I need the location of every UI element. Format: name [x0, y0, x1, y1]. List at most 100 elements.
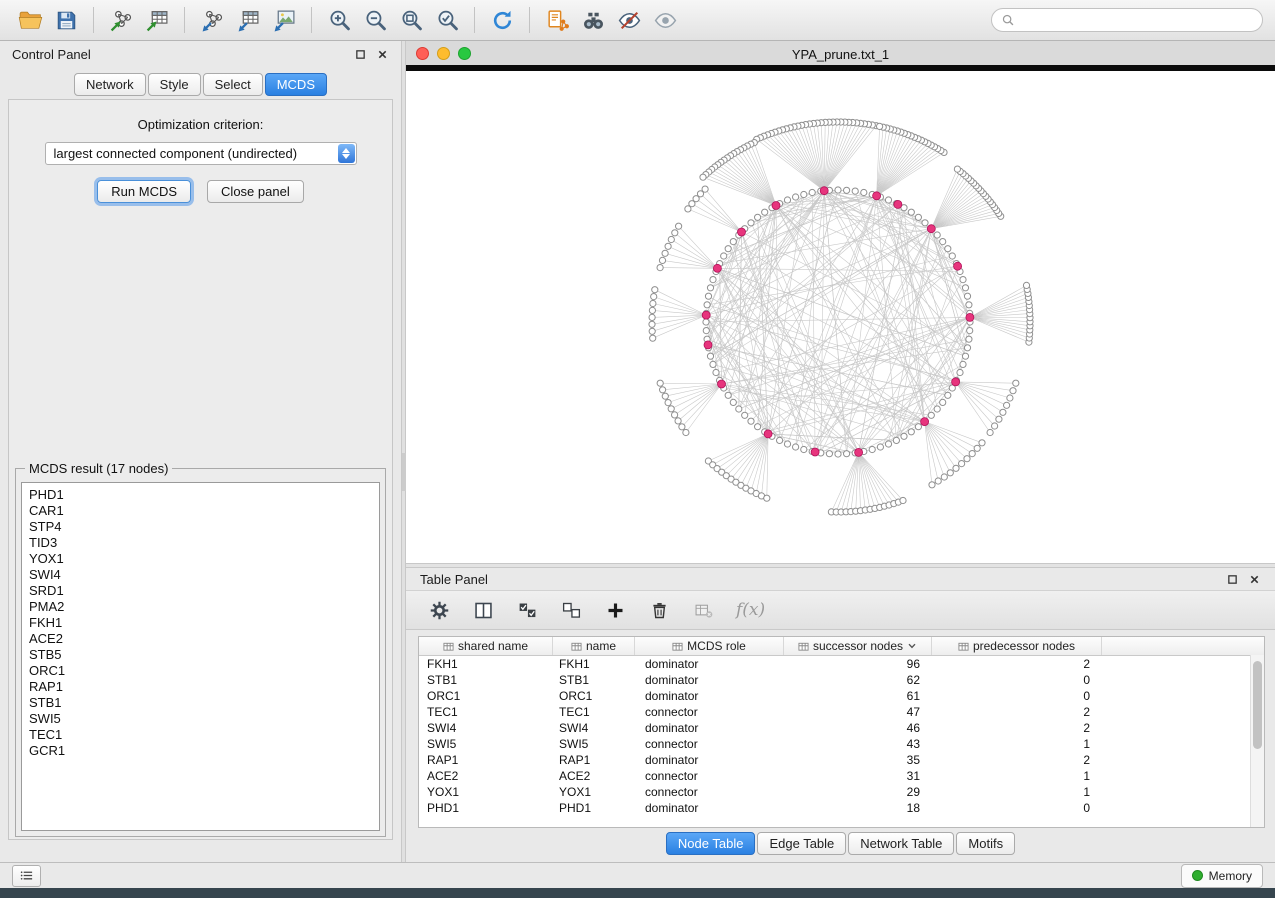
list-item[interactable]: RAP1	[29, 679, 379, 695]
zoom-selected-button[interactable]	[429, 5, 465, 35]
table-row[interactable]: STB1STB1dominator620	[419, 672, 1264, 688]
scrollbar-thumb[interactable]	[1253, 661, 1262, 749]
task-history-button[interactable]	[12, 865, 41, 887]
export-network-icon	[200, 8, 225, 33]
column-header-mcds-role[interactable]: MCDS role	[635, 637, 784, 655]
add-button[interactable]	[600, 596, 630, 624]
show-all-button[interactable]	[647, 5, 683, 35]
table-row[interactable]: FKH1FKH1dominator962	[419, 656, 1264, 672]
export-network-button[interactable]	[194, 5, 230, 35]
network-canvas[interactable]	[406, 71, 1275, 563]
select-all-button[interactable]	[512, 596, 542, 624]
settings-button[interactable]	[424, 596, 454, 624]
table-cell: 31	[784, 768, 932, 784]
deselect-all-button[interactable]	[556, 596, 586, 624]
tab-network[interactable]: Network	[74, 73, 146, 96]
list-item[interactable]: STP4	[29, 519, 379, 535]
import-network-button[interactable]	[103, 5, 139, 35]
list-item[interactable]: SWI4	[29, 567, 379, 583]
list-item[interactable]: STB1	[29, 695, 379, 711]
table-row[interactable]: SWI5SWI5connector431	[419, 736, 1264, 752]
table-row[interactable]: SWI4SWI4dominator462	[419, 720, 1264, 736]
column-type-icon	[571, 641, 582, 652]
tab-style[interactable]: Style	[148, 73, 201, 96]
table-row[interactable]: YOX1YOX1connector291	[419, 784, 1264, 800]
table-row[interactable]: TEC1TEC1connector472	[419, 704, 1264, 720]
memory-button[interactable]: Memory	[1181, 864, 1263, 888]
network-window-titlebar[interactable]: YPA_prune.txt_1	[406, 43, 1275, 65]
run-mcds-button[interactable]: Run MCDS	[97, 180, 191, 203]
clone-network-button[interactable]	[539, 5, 575, 35]
list-item[interactable]: TID3	[29, 535, 379, 551]
tab-motifs[interactable]: Motifs	[956, 832, 1015, 855]
list-item[interactable]: SWI5	[29, 711, 379, 727]
column-header-shared-name[interactable]: shared name	[419, 637, 553, 655]
import-table-button[interactable]	[139, 5, 175, 35]
list-item[interactable]: PHD1	[29, 487, 379, 503]
table-scrollbar[interactable]	[1250, 655, 1264, 827]
table-cell: PHD1	[419, 800, 553, 816]
float-panel-icon[interactable]	[354, 48, 367, 61]
column-header-successor-nodes[interactable]: successor nodes	[784, 637, 932, 655]
toolbar-separator	[311, 7, 312, 33]
save-session-button[interactable]	[48, 5, 84, 35]
search-box[interactable]	[991, 8, 1263, 32]
hide-selected-button[interactable]	[611, 5, 647, 35]
zoom-in-button[interactable]	[321, 5, 357, 35]
list-item[interactable]: CAR1	[29, 503, 379, 519]
tab-select[interactable]: Select	[203, 73, 263, 96]
zoom-out-button[interactable]	[357, 5, 393, 35]
column-header-predecessor-nodes[interactable]: predecessor nodes	[932, 637, 1102, 655]
mcds-result-group: MCDS result (17 nodes) PHD1CAR1STP4TID3Y…	[15, 468, 386, 837]
open-file-button[interactable]	[12, 5, 48, 35]
tab-mcds[interactable]: MCDS	[265, 73, 327, 96]
table-cell: 96	[784, 656, 932, 672]
table-body: FKH1FKH1dominator962STB1STB1dominator620…	[419, 656, 1264, 816]
tab-edge-table[interactable]: Edge Table	[757, 832, 846, 855]
close-panel-icon[interactable]	[376, 48, 389, 61]
table-panel-header: Table Panel	[406, 568, 1275, 590]
table-cell: dominator	[635, 688, 784, 704]
close-panel-icon[interactable]	[1248, 573, 1261, 586]
maximize-window-button[interactable]	[458, 47, 471, 60]
first-neighbors-button[interactable]	[575, 5, 611, 35]
delete-button[interactable]	[644, 596, 674, 624]
list-item[interactable]: TEC1	[29, 727, 379, 743]
list-item[interactable]: SRD1	[29, 583, 379, 599]
fx-button[interactable]: f(x)	[732, 596, 769, 624]
float-panel-icon[interactable]	[1226, 573, 1239, 586]
mcds-result-list[interactable]: PHD1CAR1STP4TID3YOX1SWI4SRD1PMA2FKH1ACE2…	[21, 482, 380, 831]
list-item[interactable]: ORC1	[29, 663, 379, 679]
table-row[interactable]: PHD1PHD1dominator180	[419, 800, 1264, 816]
search-input[interactable]	[1020, 12, 1253, 29]
column-type-icon	[672, 641, 683, 652]
table-row[interactable]: ORC1ORC1dominator610	[419, 688, 1264, 704]
export-image-button[interactable]	[266, 5, 302, 35]
list-item[interactable]: YOX1	[29, 551, 379, 567]
tab-node-table[interactable]: Node Table	[666, 832, 756, 855]
table-cell: RAP1	[419, 752, 553, 768]
table-cell: YOX1	[553, 784, 635, 800]
tab-network-table[interactable]: Network Table	[848, 832, 954, 855]
list-item[interactable]: PMA2	[29, 599, 379, 615]
chevron-down-icon[interactable]	[907, 641, 917, 651]
list-item[interactable]: FKH1	[29, 615, 379, 631]
minimize-window-button[interactable]	[437, 47, 450, 60]
table-cell: 18	[784, 800, 932, 816]
refresh-network-button[interactable]	[484, 5, 520, 35]
list-item[interactable]: GCR1	[29, 743, 379, 759]
list-item[interactable]: STB5	[29, 647, 379, 663]
zoom-selected-icon	[435, 8, 460, 33]
batch-button[interactable]	[688, 596, 718, 624]
table-row[interactable]: RAP1RAP1dominator352	[419, 752, 1264, 768]
close-panel-button[interactable]: Close panel	[207, 180, 304, 203]
list-item[interactable]: ACE2	[29, 631, 379, 647]
table-cell: connector	[635, 736, 784, 752]
close-window-button[interactable]	[416, 47, 429, 60]
zoom-fit-button[interactable]	[393, 5, 429, 35]
table-row[interactable]: ACE2ACE2connector311	[419, 768, 1264, 784]
column-header-name[interactable]: name	[553, 637, 635, 655]
optimization-criterion-dropdown[interactable]: largest connected component (undirected)	[45, 142, 357, 165]
export-table-button[interactable]	[230, 5, 266, 35]
columns-button[interactable]	[468, 596, 498, 624]
